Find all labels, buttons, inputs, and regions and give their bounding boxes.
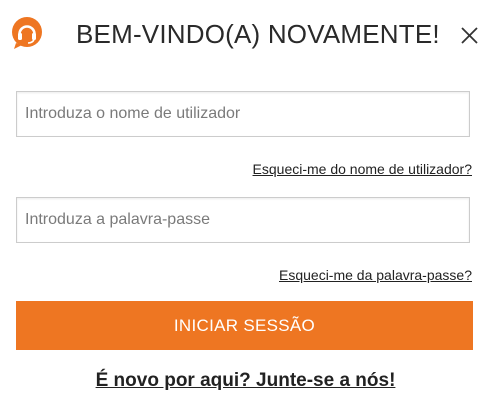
forgot-username-link[interactable]: Esqueci-me do nome de utilizador? (253, 161, 472, 177)
headset-chat-bubble-icon (10, 16, 44, 50)
login-dialog: BEM-VINDO(A) NOVAMENTE! Esqueci-me do no… (0, 0, 491, 409)
signup-link[interactable]: É novo por aqui? Junte-se a nós! (0, 370, 491, 392)
username-input[interactable] (16, 91, 470, 137)
dialog-title: BEM-VINDO(A) NOVAMENTE! (76, 19, 440, 49)
forgot-password-link[interactable]: Esqueci-me da palavra-passe? (279, 267, 472, 283)
sign-in-button[interactable]: INICIAR SESSÃO (16, 301, 473, 350)
dialog-header: BEM-VINDO(A) NOVAMENTE! (0, 0, 491, 70)
close-icon[interactable] (456, 22, 482, 48)
password-input[interactable] (16, 197, 470, 243)
